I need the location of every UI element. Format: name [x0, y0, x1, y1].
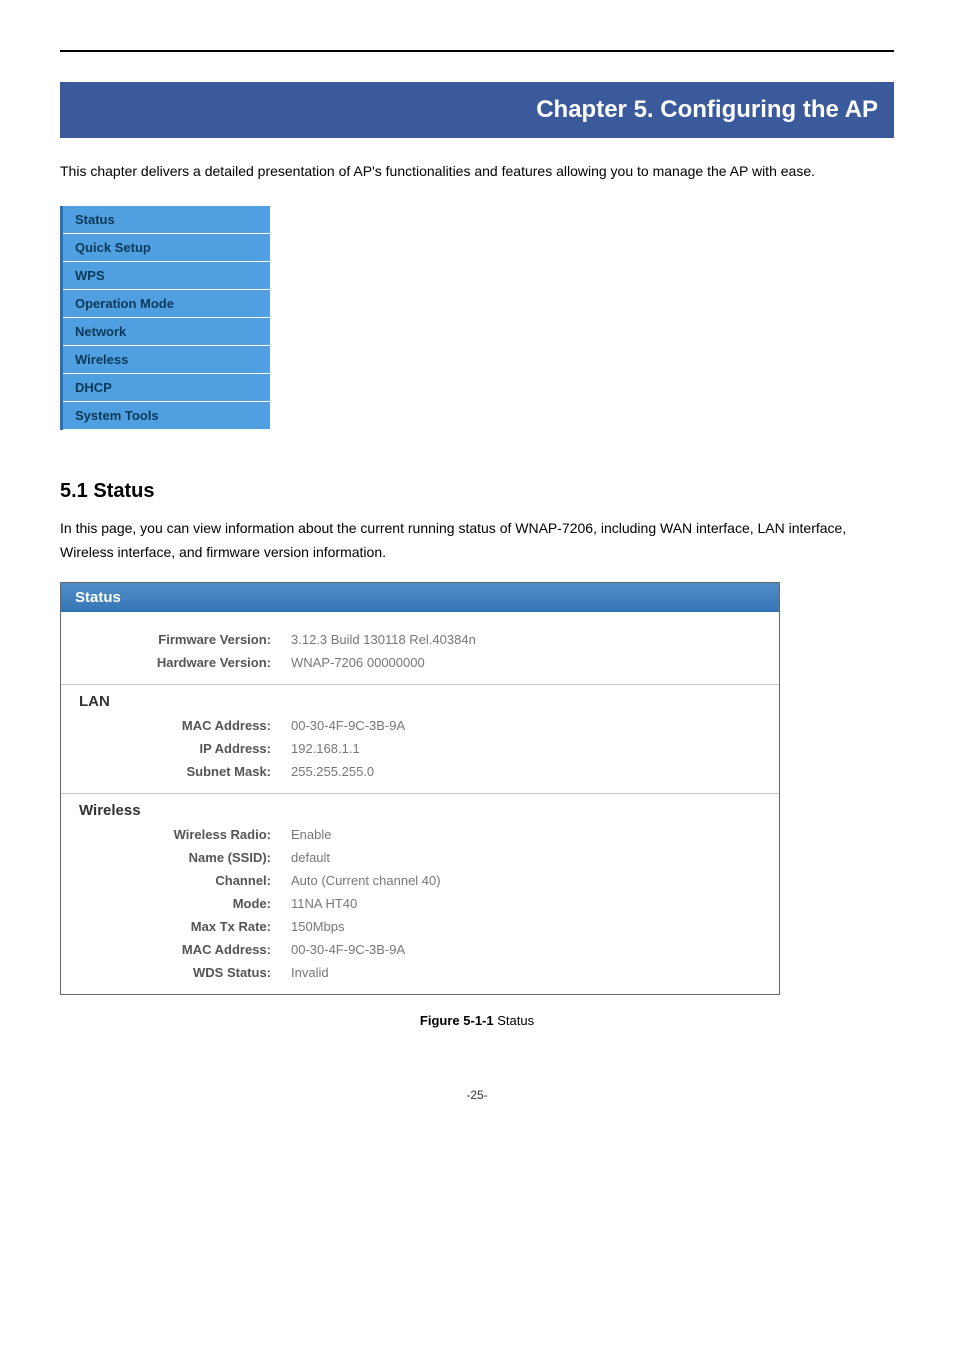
value-firmware: 3.12.3 Build 130118 Rel.40384n: [291, 632, 476, 647]
row-wireless-wds: WDS Status: Invalid: [61, 961, 779, 984]
value-wireless-channel: Auto (Current channel 40): [291, 873, 441, 888]
nav-item-dhcp[interactable]: DHCP: [62, 373, 271, 401]
nav-item-wireless[interactable]: Wireless: [62, 345, 271, 373]
label-wireless-rate: Max Tx Rate:: [61, 919, 291, 934]
value-wireless-mode: 11NA HT40: [291, 896, 357, 911]
status-body: Firmware Version: 3.12.3 Build 130118 Re…: [61, 612, 779, 994]
page-number: -25-: [60, 1088, 894, 1102]
top-rule: [60, 50, 894, 52]
nav-item-operationmode[interactable]: Operation Mode: [62, 289, 271, 317]
value-wireless-radio: Enable: [291, 827, 331, 842]
status-header: Status: [61, 583, 779, 612]
label-hardware: Hardware Version:: [61, 655, 291, 670]
nav-item-quicksetup[interactable]: Quick Setup: [62, 233, 271, 261]
row-wireless-rate: Max Tx Rate: 150Mbps: [61, 915, 779, 938]
row-firmware: Firmware Version: 3.12.3 Build 130118 Re…: [61, 628, 779, 651]
value-wireless-wds: Invalid: [291, 965, 329, 980]
row-lan-subnet: Subnet Mask: 255.255.255.0: [61, 760, 779, 783]
nav-item-network[interactable]: Network: [62, 317, 271, 345]
row-wireless-ssid: Name (SSID): default: [61, 846, 779, 869]
value-wireless-rate: 150Mbps: [291, 919, 344, 934]
value-hardware: WNAP-7206 00000000: [291, 655, 425, 670]
nav-menu: Status Quick Setup WPS Operation Mode Ne…: [60, 206, 270, 430]
status-box: Status Firmware Version: 3.12.3 Build 13…: [60, 582, 780, 995]
chapter-banner: Chapter 5. Configuring the AP: [60, 82, 894, 138]
row-wireless-radio: Wireless Radio: Enable: [61, 823, 779, 846]
nav-item-wps[interactable]: WPS: [62, 261, 271, 289]
label-lan-ip: IP Address:: [61, 741, 291, 756]
label-lan-subnet: Subnet Mask:: [61, 764, 291, 779]
label-lan-mac: MAC Address:: [61, 718, 291, 733]
figure-caption: Figure 5-1-1 Status: [60, 1013, 894, 1028]
value-lan-ip: 192.168.1.1: [291, 741, 360, 756]
nav-item-status[interactable]: Status: [62, 206, 271, 234]
label-wireless-ssid: Name (SSID):: [61, 850, 291, 865]
label-wireless-mac: MAC Address:: [61, 942, 291, 957]
section-heading: 5.1 Status: [60, 480, 894, 503]
row-wireless-channel: Channel: Auto (Current channel 40): [61, 869, 779, 892]
label-wireless-wds: WDS Status:: [61, 965, 291, 980]
value-wireless-ssid: default: [291, 850, 330, 865]
row-lan-mac: MAC Address: 00-30-4F-9C-3B-9A: [61, 714, 779, 737]
section-text: In this page, you can view information a…: [60, 517, 894, 565]
label-wireless-radio: Wireless Radio:: [61, 827, 291, 842]
label-firmware: Firmware Version:: [61, 632, 291, 647]
nav-item-systemtools[interactable]: System Tools: [62, 401, 271, 429]
value-lan-subnet: 255.255.255.0: [291, 764, 374, 779]
lan-heading: LAN: [61, 684, 779, 714]
label-wireless-mode: Mode:: [61, 896, 291, 911]
row-lan-ip: IP Address: 192.168.1.1: [61, 737, 779, 760]
row-wireless-mode: Mode: 11NA HT40: [61, 892, 779, 915]
row-hardware: Hardware Version: WNAP-7206 00000000: [61, 651, 779, 674]
wireless-heading: Wireless: [61, 793, 779, 823]
figure-label: Figure 5-1-1: [420, 1013, 494, 1028]
intro-text: This chapter delivers a detailed present…: [60, 160, 894, 184]
value-lan-mac: 00-30-4F-9C-3B-9A: [291, 718, 405, 733]
row-wireless-mac: MAC Address: 00-30-4F-9C-3B-9A: [61, 938, 779, 961]
figure-name: Status: [494, 1013, 534, 1028]
value-wireless-mac: 00-30-4F-9C-3B-9A: [291, 942, 405, 957]
label-wireless-channel: Channel:: [61, 873, 291, 888]
